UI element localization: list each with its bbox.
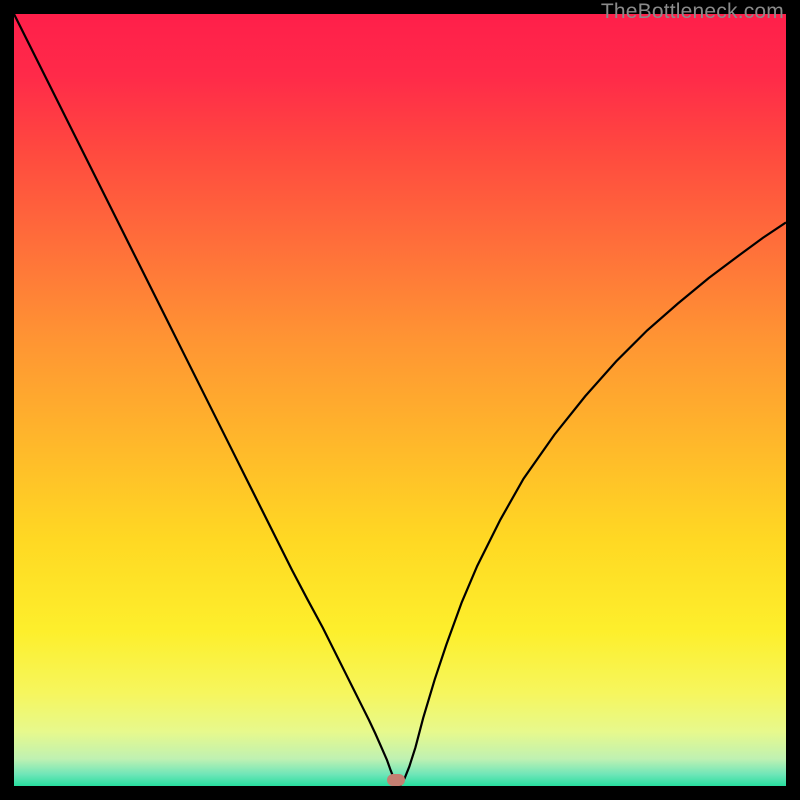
optimum-marker <box>387 774 405 786</box>
gradient-background <box>14 14 786 786</box>
chart-plot <box>14 14 786 786</box>
chart-frame <box>14 14 786 786</box>
watermark-text: TheBottleneck.com <box>601 0 784 24</box>
